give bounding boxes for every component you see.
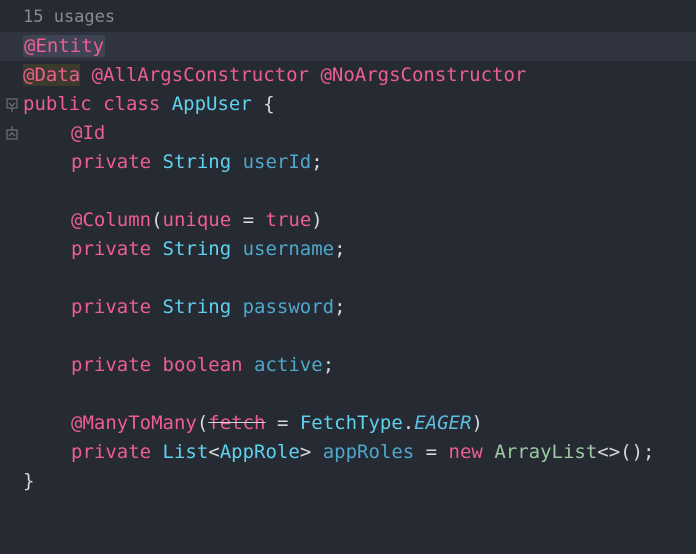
code-line-4[interactable]: @Id: [0, 119, 696, 148]
code-line-12[interactable]: private boolean active;: [0, 351, 696, 380]
code-line-1[interactable]: @Entity: [0, 32, 696, 112]
code-editor[interactable]: 15 usages @Entity @Data @AllArgsConstruc…: [0, 0, 696, 499]
keyword: public class: [23, 93, 172, 115]
fold-icon[interactable]: [6, 40, 18, 112]
code-line-3[interactable]: public class AppUser {: [0, 90, 696, 119]
code-line-10[interactable]: private String password;: [0, 293, 696, 322]
code-line-2[interactable]: @Data @AllArgsConstructor @NoArgsConstru…: [0, 61, 696, 140]
usages-hint[interactable]: 15 usages: [23, 3, 115, 32]
code-line-5[interactable]: private String userId;: [0, 148, 696, 177]
field-password: password: [242, 296, 335, 318]
code-line-7[interactable]: @Column(unique = true): [0, 206, 696, 235]
code-line-15[interactable]: private List<AppRole> appRoles = new Arr…: [0, 438, 696, 467]
code-line-8[interactable]: private String username;: [0, 235, 696, 264]
field-userid: userId: [242, 151, 312, 173]
class-name: AppUser: [171, 93, 252, 115]
field-approles: appRoles: [322, 441, 415, 463]
annotation-manytomany: @ManyToMany: [71, 412, 197, 434]
code-line-14[interactable]: @ManyToMany(fetch = FetchType.EAGER): [0, 409, 696, 438]
fold-icon[interactable]: [6, 68, 18, 140]
annotation-allargs: @AllArgsConstructor: [91, 64, 309, 86]
field-active: active: [254, 354, 323, 376]
field-username: username: [242, 238, 335, 260]
code-line-16[interactable]: }: [0, 467, 696, 496]
annotation-data: @Data: [23, 64, 81, 86]
annotation-noargs: @NoArgsConstructor: [320, 64, 527, 86]
annotation-entity: @Entity: [23, 35, 106, 57]
annotation-id: @Id: [71, 122, 106, 144]
annotation-column: @Column: [71, 209, 152, 231]
